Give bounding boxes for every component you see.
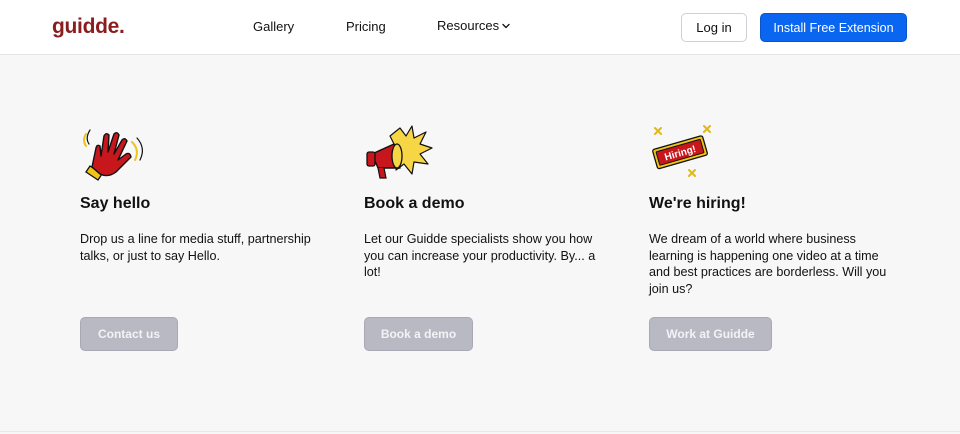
hiring-ticket-icon: Hiring! (652, 125, 711, 177)
top-navigation-bar: guidde. Gallery Pricing Resources Log in… (0, 0, 960, 55)
contact-us-button[interactable]: Contact us (80, 317, 178, 351)
nav-pricing-link[interactable]: Pricing (346, 19, 386, 34)
chevron-down-icon (502, 23, 510, 28)
footer-divider (0, 431, 960, 432)
card-description: Drop us a line for media stuff, partners… (80, 232, 311, 263)
card-title: Book a demo (364, 195, 465, 212)
waving-hand-icon (83, 129, 143, 181)
work-at-guidde-button[interactable]: Work at Guidde (649, 317, 772, 351)
nav-resources-label: Resources (437, 18, 500, 33)
card-description: Let our Guidde specialists show you how … (364, 232, 596, 279)
guidde-logo[interactable]: guidde. (52, 15, 125, 39)
card-title: Say hello (80, 195, 151, 212)
install-extension-button[interactable]: Install Free Extension (760, 13, 907, 42)
nav-resources-dropdown[interactable]: Resources (437, 18, 511, 33)
card-title: We're hiring! (649, 195, 746, 212)
book-demo-button[interactable]: Book a demo (364, 317, 473, 351)
login-button[interactable]: Log in (681, 13, 747, 42)
card-description: We dream of a world where business learn… (649, 232, 887, 296)
nav-gallery-link[interactable]: Gallery (253, 19, 294, 34)
megaphone-icon (366, 125, 433, 179)
